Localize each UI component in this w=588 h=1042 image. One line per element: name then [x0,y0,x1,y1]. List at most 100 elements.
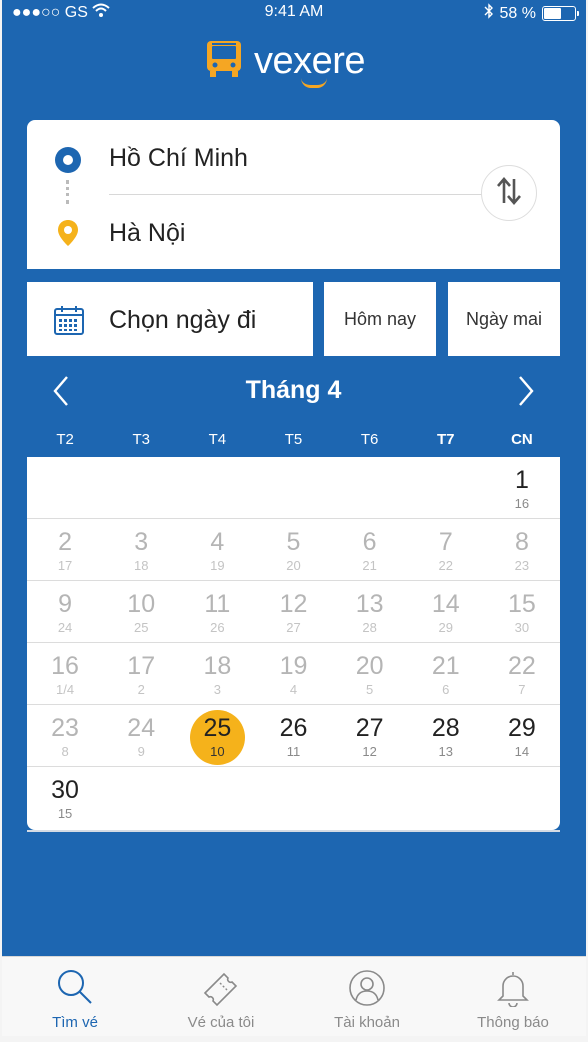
battery-icon [542,6,579,21]
calendar-day[interactable]: 1 16 [484,457,560,518]
calendar-day: 14 29 [408,581,484,642]
solar-date: 13 [355,590,384,618]
lunar-date: 26 [210,620,225,635]
swap-route-button[interactable] [481,165,537,221]
calendar-empty-cell [484,767,560,829]
bottom-tab-bar: Tìm vé Vé của tôi Tài khoản Thông báo [2,956,586,1036]
solar-date: 6 [362,528,377,556]
tab-my-tickets[interactable]: Vé của tôi [148,957,294,1036]
lunar-date: 16 [514,496,530,511]
lunar-date: 7 [518,682,526,697]
lunar-date: 24 [57,620,73,635]
calendar-empty-cell [408,767,484,829]
calendar-day[interactable]: 30 15 [27,767,103,829]
calendar-week-row: 2 17 3 18 4 19 5 20 6 21 7 22 8 23 [27,519,560,581]
solar-date: 18 [203,652,232,680]
lunar-date: 11 [286,744,301,759]
tab-label: Vé của tôi [187,1014,255,1031]
solar-date: 27 [355,714,384,742]
tab-label: Tìm vé [52,1014,98,1031]
solar-date: 16 [51,652,79,680]
app-logo: vexere [206,40,366,88]
calendar-icon [53,304,85,341]
lunar-date: 12 [362,744,377,759]
calendar-day[interactable]: 28 13 [408,705,484,766]
solar-date: 10 [127,590,156,618]
calendar-shadow [27,830,560,832]
calendar-day[interactable]: 29 14 [484,705,560,766]
lunar-date: 22 [438,558,453,573]
solar-date: 26 [279,714,308,742]
route-card: Hồ Chí Minh Hà Nội [27,120,560,269]
solar-date: 23 [51,714,79,742]
lunar-date: 20 [286,558,301,573]
app-screen: ●●●○○ GS 9:41 AM 58 % vexere Hồ Chí Minh… [2,0,586,1036]
destination-field[interactable]: Hà Nội [109,219,185,248]
calendar-day-selected[interactable]: 25 10 [179,705,255,766]
calendar-day: 23 8 [27,705,103,766]
calendar-day: 2 17 [27,519,103,580]
calendar-week-row: 9 24 10 25 11 26 12 27 13 28 14 29 15 30 [27,581,560,643]
solar-date: 8 [514,528,529,556]
account-icon [348,969,386,1012]
lunar-date: 14 [514,744,530,759]
origin-field[interactable]: Hồ Chí Minh [109,144,248,173]
tomorrow-button[interactable]: Ngày mai [448,282,560,356]
route-connector [66,180,70,204]
calendar-grid: 1 16 2 17 3 18 4 19 5 20 6 21 7 22 8 23 9 24 10 25 11 26 12 27 1… [27,457,560,830]
calendar-empty-cell [255,457,331,518]
ticket-icon [202,969,240,1012]
weekday-label: T2 [56,431,74,448]
next-month-button[interactable] [508,374,542,408]
calendar-day: 24 9 [103,705,179,766]
lunar-date: 30 [514,620,530,635]
solar-date: 19 [279,652,308,680]
calendar-empty-cell [27,457,103,518]
logo-smile [301,78,327,88]
lunar-date: 28 [362,620,377,635]
solar-date: 29 [508,714,536,742]
solar-date: 9 [58,590,73,618]
calendar-day: 17 2 [103,643,179,704]
weekday-label: T7 [437,431,455,448]
calendar-day: 4 19 [179,519,255,580]
weekday-label: T3 [132,431,150,448]
bluetooth-icon [484,3,494,24]
calendar-day: 10 25 [103,581,179,642]
calendar-day[interactable]: 26 11 [255,705,331,766]
calendar-empty-cell [255,767,331,829]
lunar-date: 1/4 [56,682,75,697]
logo-text: vexere [254,40,366,82]
calendar-day[interactable]: 27 12 [332,705,408,766]
solar-date: 1 [514,466,529,494]
calendar-empty-cell [179,767,255,829]
solar-date: 2 [58,528,73,556]
calendar-day: 8 23 [484,519,560,580]
calendar-week-row: 1 16 [27,457,560,519]
solar-date: 3 [134,528,149,556]
calendar-empty-cell [408,457,484,518]
status-right: 58 % [484,3,579,24]
date-picker-field[interactable]: Chọn ngày đi [27,282,313,356]
today-button[interactable]: Hôm nay [324,282,436,356]
weekday-header: T2 T3 T4 T5 T6 T7 CN [27,431,560,451]
calendar-week-row: 23 8 24 9 25 10 26 11 27 12 28 13 29 14 [27,705,560,767]
weekday-label: T4 [208,431,227,448]
calendar-week-row: 30 15 [27,767,560,829]
calendar-empty-cell [332,457,408,518]
solar-date: 24 [127,714,156,742]
calendar-empty-cell [103,767,179,829]
solar-date: 4 [210,528,225,556]
solar-date: 25 [203,714,232,742]
tab-notifications[interactable]: Thông báo [440,957,586,1036]
lunar-date: 18 [133,558,149,573]
tab-account[interactable]: Tài khoản [294,957,440,1036]
lunar-date: 19 [210,558,225,573]
calendar-day: 3 18 [103,519,179,580]
lunar-date: 17 [57,558,73,573]
calendar-day: 18 3 [179,643,255,704]
lunar-date: 29 [438,620,453,635]
solar-date: 5 [286,528,301,556]
tab-search[interactable]: Tìm vé [2,957,148,1036]
date-label: Chọn ngày đi [109,306,257,334]
